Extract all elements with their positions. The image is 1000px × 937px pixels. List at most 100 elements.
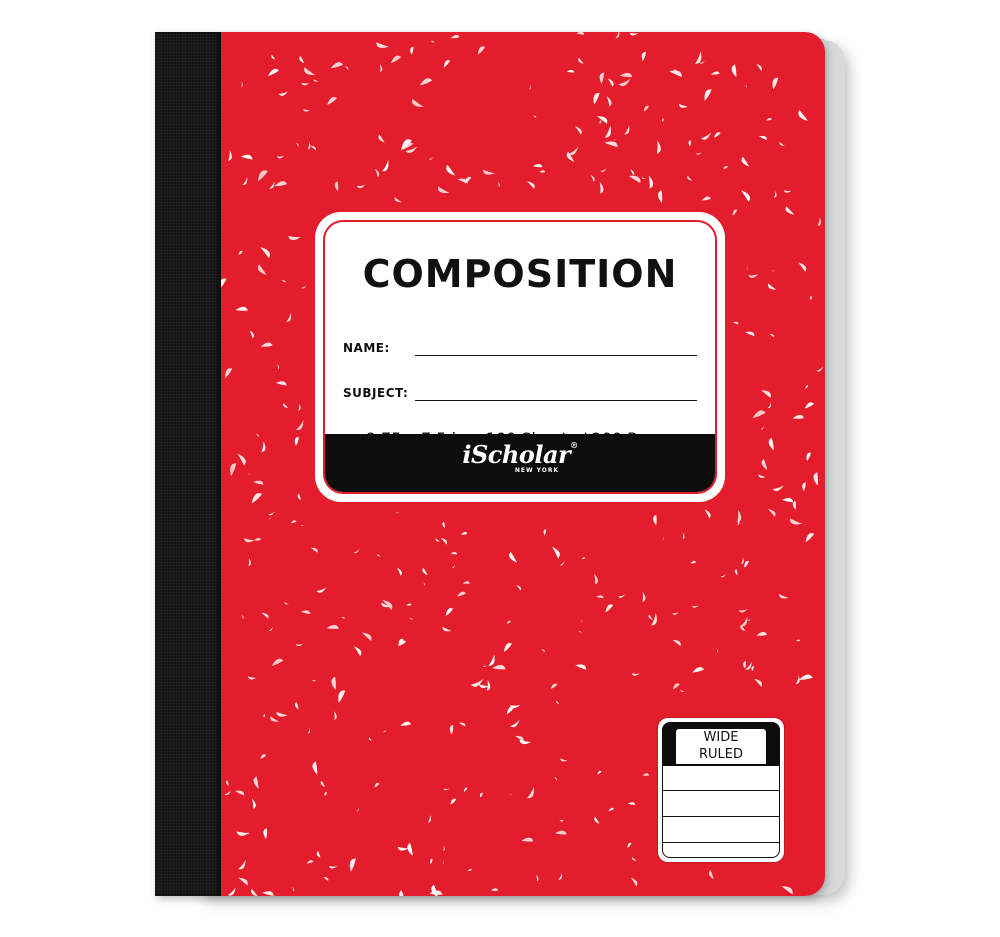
marble-speck bbox=[504, 643, 512, 652]
marble-speck bbox=[680, 689, 686, 692]
marble-speck bbox=[713, 132, 721, 138]
marble-speck bbox=[303, 109, 311, 112]
marble-speck bbox=[261, 441, 266, 453]
marble-speck bbox=[550, 683, 558, 689]
marble-speck bbox=[292, 886, 295, 892]
marble-speck bbox=[284, 602, 289, 605]
marble-speck bbox=[275, 381, 287, 386]
marble-speck bbox=[594, 816, 600, 824]
marble-speck bbox=[700, 132, 712, 140]
marble-speck bbox=[576, 32, 585, 35]
marble-speck bbox=[566, 69, 575, 73]
marble-speck bbox=[723, 165, 728, 169]
marble-speck bbox=[406, 603, 412, 606]
marble-speck bbox=[226, 780, 229, 786]
marble-speck bbox=[442, 860, 445, 864]
marble-speck bbox=[261, 612, 269, 619]
marble-speck bbox=[732, 209, 738, 216]
marble-speck bbox=[541, 649, 545, 653]
subject-label: SUBJECT: bbox=[343, 386, 409, 400]
marble-speck bbox=[400, 721, 412, 726]
marble-speck bbox=[464, 176, 472, 184]
marble-speck bbox=[806, 452, 811, 461]
marble-speck bbox=[254, 537, 261, 541]
marble-speck bbox=[543, 529, 547, 536]
marble-speck bbox=[375, 168, 380, 178]
marble-speck bbox=[304, 67, 316, 76]
marble-speck bbox=[695, 51, 702, 64]
marble-speck bbox=[341, 616, 345, 619]
brand-logo-text: iScholar® bbox=[462, 440, 578, 469]
marble-speck bbox=[527, 786, 534, 799]
marble-speck bbox=[745, 661, 752, 670]
marble-speck bbox=[672, 640, 681, 646]
marble-speck bbox=[410, 617, 414, 620]
marble-speck bbox=[509, 794, 513, 796]
marble-speck bbox=[701, 196, 711, 201]
marble-speck bbox=[767, 509, 776, 517]
ruling-badge-lines bbox=[662, 766, 780, 858]
marble-speck bbox=[785, 206, 795, 215]
marble-speck bbox=[330, 62, 344, 69]
marble-speck bbox=[642, 773, 650, 776]
marble-speck bbox=[301, 82, 310, 86]
marble-speck bbox=[227, 887, 236, 896]
marble-speck bbox=[599, 181, 604, 194]
marble-speck bbox=[260, 247, 270, 259]
marble-speck bbox=[344, 66, 349, 70]
marble-speck bbox=[740, 616, 748, 627]
marble-speck bbox=[356, 806, 359, 812]
marble-speck bbox=[248, 557, 251, 567]
marble-speck bbox=[805, 385, 809, 389]
marble-speck bbox=[277, 364, 280, 370]
marble-speck bbox=[619, 72, 633, 78]
marble-speck bbox=[461, 532, 468, 535]
marble-speck bbox=[516, 585, 522, 591]
marble-speck bbox=[326, 624, 339, 629]
marble-speck bbox=[695, 152, 702, 155]
marble-speck bbox=[443, 845, 445, 852]
marble-speck bbox=[238, 250, 243, 255]
marble-speck bbox=[316, 587, 327, 593]
marble-speck bbox=[737, 509, 742, 523]
marble-speck bbox=[771, 270, 776, 272]
marble-speck bbox=[672, 683, 680, 690]
marble-speck bbox=[559, 560, 565, 566]
marble-speck bbox=[515, 735, 524, 742]
marble-speck bbox=[600, 168, 607, 173]
marble-speck bbox=[552, 546, 560, 559]
marble-speck bbox=[560, 758, 568, 762]
marble-speck bbox=[423, 582, 425, 586]
marble-speck bbox=[281, 280, 286, 283]
subject-field: SUBJECT: bbox=[343, 382, 697, 404]
marble-speck bbox=[238, 859, 246, 870]
marble-speck bbox=[615, 32, 620, 39]
ruling-type-line2: RULED bbox=[698, 747, 743, 762]
marble-speck bbox=[257, 170, 268, 182]
marble-speck bbox=[716, 649, 719, 653]
cover-label-frame: COMPOSITION NAME: SUBJECT: 9.75 x 7.5 in… bbox=[323, 220, 717, 494]
marble-speck bbox=[747, 617, 751, 622]
marble-speck bbox=[338, 690, 346, 703]
marble-speck bbox=[368, 737, 372, 742]
marble-speck bbox=[253, 776, 259, 789]
marble-speck bbox=[382, 728, 387, 733]
marble-speck bbox=[741, 190, 751, 202]
marble-speck bbox=[792, 414, 804, 419]
name-field: NAME: bbox=[343, 337, 697, 359]
marble-speck bbox=[604, 125, 612, 138]
marble-speck bbox=[394, 197, 402, 203]
marble-speck bbox=[295, 142, 299, 147]
marble-speck bbox=[299, 56, 304, 64]
marble-speck bbox=[768, 437, 774, 451]
brand-city: NEW YORK bbox=[514, 467, 560, 474]
marble-speck bbox=[756, 631, 767, 636]
marble-speck bbox=[599, 72, 605, 84]
marble-speck bbox=[260, 754, 267, 759]
marble-speck bbox=[641, 51, 646, 62]
marble-speck bbox=[298, 403, 301, 411]
marble-speck bbox=[334, 181, 339, 192]
marble-speck bbox=[590, 174, 595, 182]
marble-speck bbox=[781, 497, 794, 503]
marble-speck bbox=[276, 711, 288, 717]
